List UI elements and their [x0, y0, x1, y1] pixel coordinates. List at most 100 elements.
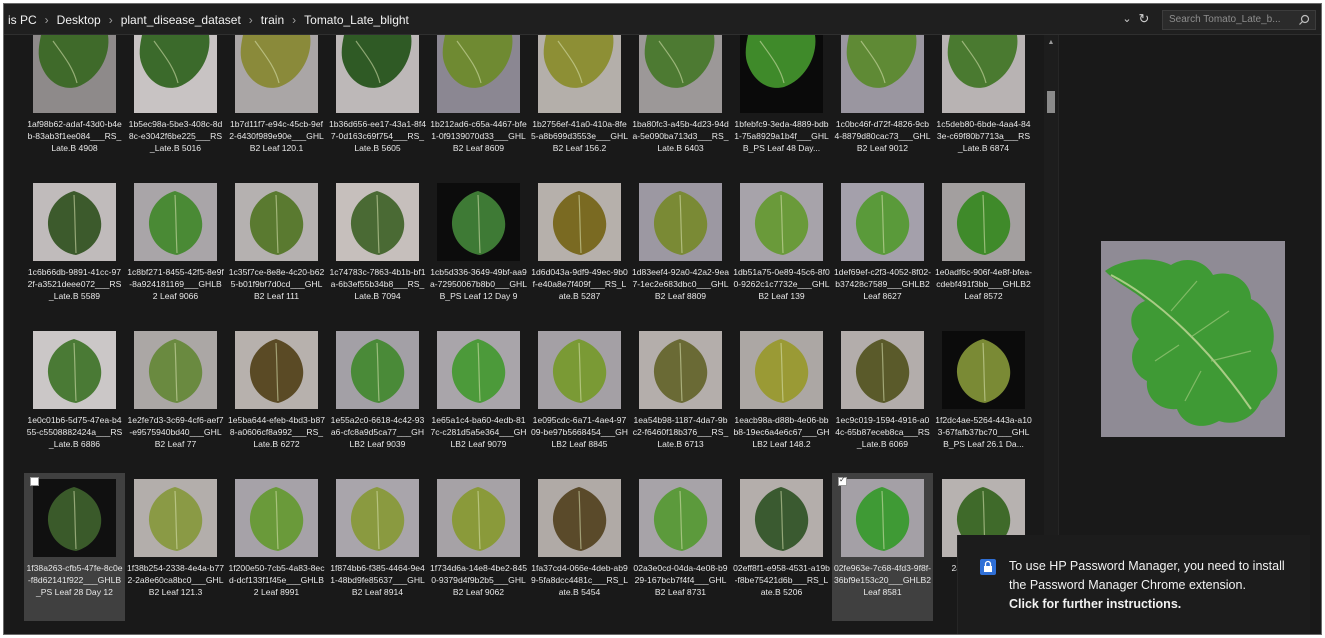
- file-thumbnail[interactable]: [437, 479, 520, 557]
- file-thumbnail[interactable]: [33, 479, 116, 557]
- search-input[interactable]: Search Tomato_Late_b...: [1169, 14, 1281, 25]
- file-thumbnail[interactable]: [639, 183, 722, 261]
- scrollbar-thumb[interactable]: [1047, 91, 1055, 113]
- search-box[interactable]: Search Tomato_Late_b...: [1162, 10, 1316, 30]
- file-item[interactable]: 1f734d6a-14e8-4be2-8450-9379d4f9b2b5___G…: [428, 473, 529, 621]
- file-thumbnail[interactable]: [235, 35, 318, 113]
- file-item[interactable]: 1f874bb6-f385-4464-9e41-48bd9fe85637___G…: [327, 473, 428, 621]
- file-item[interactable]: 1e095cdc-6a71-4ae4-9709-be97b5668454___G…: [529, 325, 630, 473]
- file-thumbnail[interactable]: [336, 479, 419, 557]
- file-thumbnail[interactable]: [336, 35, 419, 113]
- file-thumbnail[interactable]: [942, 183, 1025, 261]
- file-item[interactable]: 02a3e0cd-04da-4e08-b929-167bcb7f4f4___GH…: [630, 473, 731, 621]
- file-item[interactable]: 1e5ba644-efeb-4bd3-b878-a0606cf8a992___R…: [226, 325, 327, 473]
- breadcrumb-tomato-late-blight[interactable]: Tomato_Late_blight: [300, 13, 413, 27]
- file-item[interactable]: 1c0bc46f-d72f-4826-9cb4-8879d80cac73___G…: [832, 35, 933, 177]
- breadcrumb-plant-disease-dataset[interactable]: plant_disease_dataset: [117, 13, 245, 27]
- file-thumbnail[interactable]: [134, 331, 217, 409]
- file-item[interactable]: 1b5ec98a-5be3-408c-8d8c-e3042f6be225___R…: [125, 35, 226, 177]
- file-thumbnail[interactable]: [33, 35, 116, 113]
- select-checkbox[interactable]: [30, 477, 39, 486]
- address-bar[interactable]: is PC › Desktop › plant_disease_dataset …: [4, 4, 1321, 35]
- file-thumbnail[interactable]: [437, 331, 520, 409]
- file-item[interactable]: 1f200e50-7cb5-4a83-8ecd-dcf133f1f45e___G…: [226, 473, 327, 621]
- file-thumbnail[interactable]: [841, 183, 924, 261]
- file-name: 1ec9c019-1594-4916-a04c-65b87eceb8ca___R…: [835, 415, 930, 449]
- file-thumbnail[interactable]: [538, 331, 621, 409]
- file-thumbnail[interactable]: [639, 331, 722, 409]
- file-name: 1e65a1c4-ba60-4edb-817c-c281d5a5e364___G…: [430, 415, 527, 449]
- file-name: 02eff8f1-e958-4531-a19b-f8be75421d6b___R…: [733, 563, 830, 597]
- file-thumbnail[interactable]: [134, 35, 217, 113]
- file-thumbnail[interactable]: [841, 479, 924, 557]
- file-thumbnail[interactable]: [538, 183, 621, 261]
- file-item[interactable]: 1c6b66db-9891-41cc-972f-a3521deee072___R…: [24, 177, 125, 325]
- file-item[interactable]: 1ea54b98-1187-4da7-9bc2-f6460f18b376___R…: [630, 325, 731, 473]
- file-item[interactable]: 1eacb98a-d88b-4e06-bbb8-19ec6a4e6c67___G…: [731, 325, 832, 473]
- file-thumbnail[interactable]: [134, 479, 217, 557]
- file-thumbnail[interactable]: [740, 35, 823, 113]
- chevron-down-icon[interactable]: ⌄: [1120, 12, 1134, 26]
- file-name: 1f874bb6-f385-4464-9e41-48bd9fe85637___G…: [330, 563, 425, 597]
- file-thumbnail[interactable]: [639, 479, 722, 557]
- file-thumbnail[interactable]: [437, 35, 520, 113]
- file-thumbnail[interactable]: [336, 183, 419, 261]
- file-item[interactable]: 1f38b254-2338-4e4a-b772-2a8e60ca8bc0___G…: [125, 473, 226, 621]
- breadcrumb-this-pc[interactable]: is PC: [4, 13, 41, 27]
- file-item[interactable]: 1f38a263-cfb5-47fe-8c0e-f8d62141f922___G…: [24, 473, 125, 621]
- file-item[interactable]: 1e2fe7d3-3c69-4cf6-aef7-e9575940bd40___G…: [125, 325, 226, 473]
- notification-instructions-link[interactable]: Click for further instructions.: [1009, 595, 1299, 614]
- file-item[interactable]: 1c8bf271-8455-42f5-8e9f-8a924181169___GH…: [125, 177, 226, 325]
- file-item[interactable]: 1ec9c019-1594-4916-a04c-65b87eceb8ca___R…: [832, 325, 933, 473]
- hp-password-manager-notification[interactable]: To use HP Password Manager, you need to …: [957, 535, 1310, 634]
- file-thumbnail[interactable]: [639, 35, 722, 113]
- file-name: 1f38b254-2338-4e4a-b772-2a8e60ca8bc0___G…: [127, 563, 224, 597]
- file-thumbnail[interactable]: [740, 183, 823, 261]
- file-thumbnail[interactable]: [538, 479, 621, 557]
- file-thumbnail[interactable]: [538, 35, 621, 113]
- file-thumbnail[interactable]: [740, 331, 823, 409]
- file-item[interactable]: 1c74783c-7863-4b1b-bf1a-6b3ef55b34b8___R…: [327, 177, 428, 325]
- file-item[interactable]: 02fe963e-7c68-4fd3-9f8f-36bf9e153c20___G…: [832, 473, 933, 621]
- file-item[interactable]: 1c35f7ce-8e8e-4c20-b625-b01f9bf7d0cd___G…: [226, 177, 327, 325]
- file-thumbnail[interactable]: [740, 479, 823, 557]
- file-item[interactable]: 1af98b62-adaf-43d0-b4eb-83ab3f1ee084___R…: [24, 35, 125, 177]
- file-item[interactable]: 02eff8f1-e958-4531-a19b-f8be75421d6b___R…: [731, 473, 832, 621]
- file-item[interactable]: 1d83eef4-92a0-42a2-9ea7-1ec2e683dbc0___G…: [630, 177, 731, 325]
- file-thumbnail[interactable]: [841, 35, 924, 113]
- file-thumbnail[interactable]: [33, 183, 116, 261]
- file-item[interactable]: 1b2756ef-41a0-410a-8fe5-a8b699d3553e___G…: [529, 35, 630, 177]
- file-item[interactable]: 1e55a2c0-6618-4c42-93a6-cfc8a9d5ca77___G…: [327, 325, 428, 473]
- file-thumbnail[interactable]: [942, 331, 1025, 409]
- file-thumbnail[interactable]: [235, 479, 318, 557]
- file-item[interactable]: 1b7d11f7-e94c-45cb-9ef2-6430f989e90e___G…: [226, 35, 327, 177]
- file-thumbnail[interactable]: [437, 183, 520, 261]
- file-item[interactable]: 1f2dc4ae-5264-443a-a103-67fafb37bc70___G…: [933, 325, 1034, 473]
- breadcrumb-desktop[interactable]: Desktop: [53, 13, 105, 27]
- file-item[interactable]: 1ba80fc3-a45b-4d23-94da-5e090ba713d3___R…: [630, 35, 731, 177]
- file-item[interactable]: 1d6d043a-9df9-49ec-9b0f-e40a8e7f409f___R…: [529, 177, 630, 325]
- file-item[interactable]: 1fa37cd4-066e-4deb-ab99-5fa8dcc4481c___R…: [529, 473, 630, 621]
- file-item[interactable]: 1def69ef-c2f3-4052-8f02-b37428c7589___GH…: [832, 177, 933, 325]
- file-thumbnail[interactable]: [235, 183, 318, 261]
- file-item[interactable]: 1c5deb80-6bde-4aa4-843e-c69f80b7713a___R…: [933, 35, 1034, 177]
- file-item[interactable]: 1b36d656-ee17-43a1-8f47-0d163c69f754___R…: [327, 35, 428, 177]
- file-thumbnail[interactable]: [336, 331, 419, 409]
- leaf-thumbnail-image: [437, 479, 520, 557]
- file-item[interactable]: 1bfebfc9-3eda-4889-bdb1-75a8929a1b4f___G…: [731, 35, 832, 177]
- scroll-up-icon[interactable]: ▲: [1047, 39, 1055, 47]
- file-item[interactable]: 1e0adf6c-906f-4e8f-bfea-cdebf491f3bb___G…: [933, 177, 1034, 325]
- file-thumbnail[interactable]: [235, 331, 318, 409]
- file-thumbnail[interactable]: [33, 331, 116, 409]
- file-thumbnail[interactable]: [134, 183, 217, 261]
- file-thumbnail[interactable]: [942, 35, 1025, 113]
- breadcrumb-train[interactable]: train: [257, 13, 288, 27]
- file-thumbnail[interactable]: [841, 331, 924, 409]
- file-item[interactable]: 1e0c01b6-5d75-47ea-b455-c5508882424a___R…: [24, 325, 125, 473]
- file-item[interactable]: 1cb5d336-3649-49bf-aa9a-72950067b8b0___G…: [428, 177, 529, 325]
- select-checkbox[interactable]: [838, 475, 847, 486]
- refresh-icon[interactable]: ↻: [1136, 11, 1152, 27]
- file-item[interactable]: 1db51a75-0e89-45c6-8f00-9262c1c7732e___G…: [731, 177, 832, 325]
- file-item[interactable]: 1b212ad6-c65a-4467-bfe1-0f9139070d33___G…: [428, 35, 529, 177]
- file-item[interactable]: 1e65a1c4-ba60-4edb-817c-c281d5a5e364___G…: [428, 325, 529, 473]
